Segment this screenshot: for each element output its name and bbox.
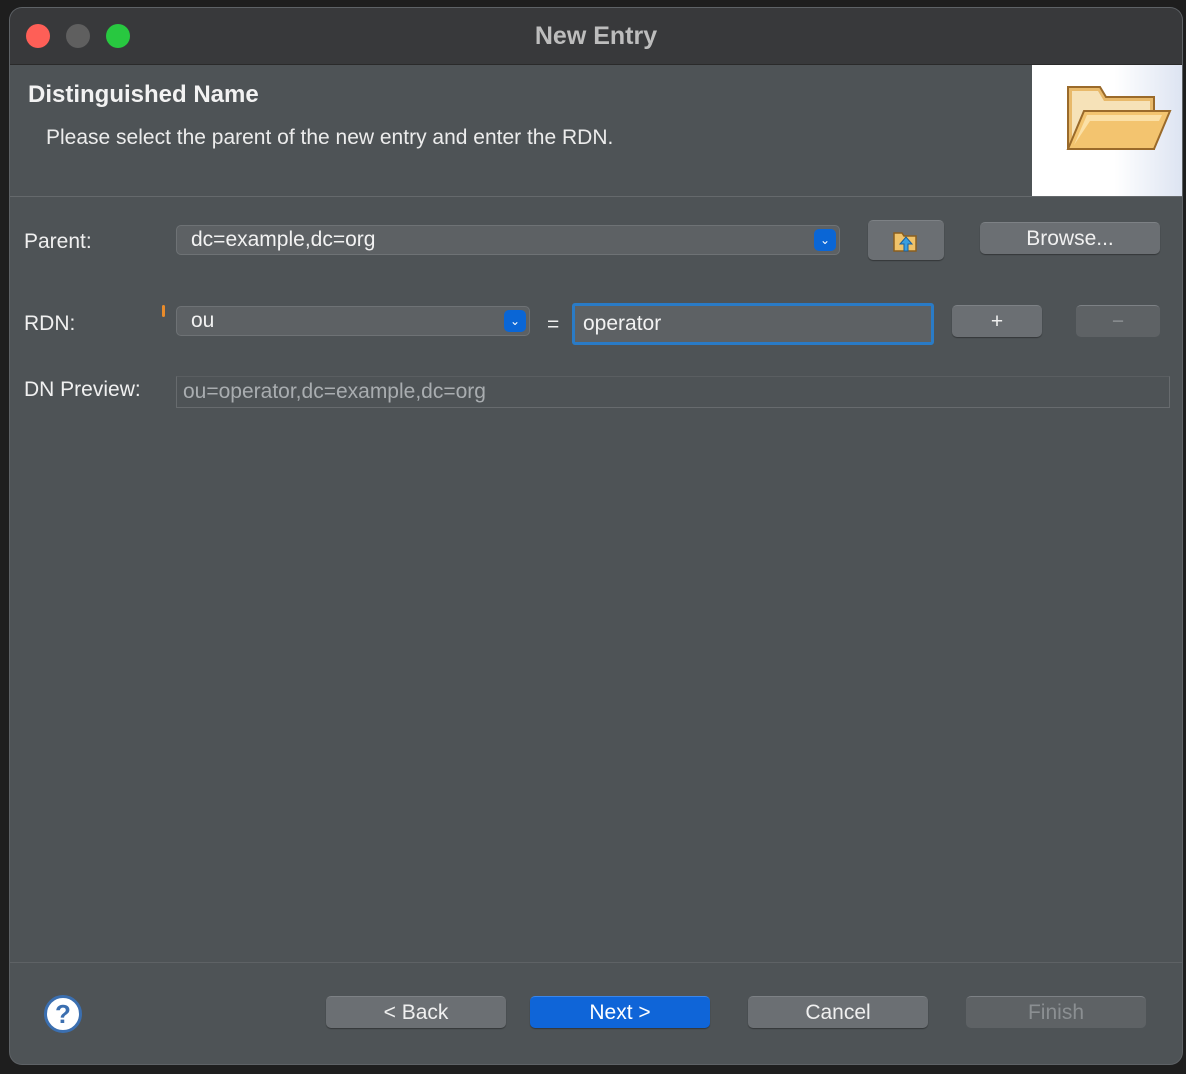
wizard-header: Distinguished Name Please select the par… bbox=[10, 65, 1182, 197]
dn-preview-label: DN Preview: bbox=[24, 378, 141, 401]
add-rdn-button[interactable]: + bbox=[952, 305, 1042, 337]
page-description: Please select the parent of the new entr… bbox=[46, 126, 614, 149]
parent-label: Parent: bbox=[24, 230, 92, 253]
required-marker bbox=[162, 305, 165, 317]
rdn-equals-sign: = bbox=[547, 313, 560, 336]
dn-preview-field: ou=operator,dc=example,dc=org bbox=[176, 376, 1170, 408]
finish-button[interactable]: Finish bbox=[966, 996, 1146, 1028]
back-button[interactable]: < Back bbox=[326, 996, 506, 1028]
footer-divider bbox=[10, 962, 1182, 963]
parent-up-button[interactable] bbox=[868, 220, 944, 260]
rdn-value-input[interactable] bbox=[575, 306, 931, 342]
chevron-down-icon[interactable]: ⌄ bbox=[814, 229, 836, 251]
new-entry-dialog: New Entry Distinguished Name Please sele… bbox=[10, 8, 1182, 1064]
cancel-button[interactable]: Cancel bbox=[748, 996, 928, 1028]
folder-up-icon bbox=[893, 232, 917, 252]
help-icon[interactable]: ? bbox=[44, 995, 82, 1033]
rdn-attribute-value: ou bbox=[191, 309, 215, 332]
parent-value: dc=example,dc=org bbox=[191, 228, 376, 251]
banner-image bbox=[1032, 65, 1182, 196]
remove-rdn-button[interactable]: − bbox=[1076, 305, 1160, 337]
rdn-attribute-combo[interactable]: ou ⌄ bbox=[176, 306, 530, 336]
folder-open-icon bbox=[1066, 86, 1172, 150]
next-button[interactable]: Next > bbox=[530, 996, 710, 1028]
parent-combo[interactable]: dc=example,dc=org ⌄ bbox=[176, 225, 840, 255]
window-title: New Entry bbox=[534, 22, 658, 50]
rdn-value-field[interactable] bbox=[572, 303, 934, 345]
rdn-label: RDN: bbox=[24, 312, 76, 335]
page-title: Distinguished Name bbox=[28, 81, 259, 108]
chevron-down-icon[interactable]: ⌄ bbox=[504, 310, 526, 332]
dn-preview-value: ou=operator,dc=example,dc=org bbox=[183, 380, 486, 403]
browse-button[interactable]: Browse... bbox=[980, 222, 1160, 254]
title-bar: New Entry bbox=[10, 8, 1182, 65]
